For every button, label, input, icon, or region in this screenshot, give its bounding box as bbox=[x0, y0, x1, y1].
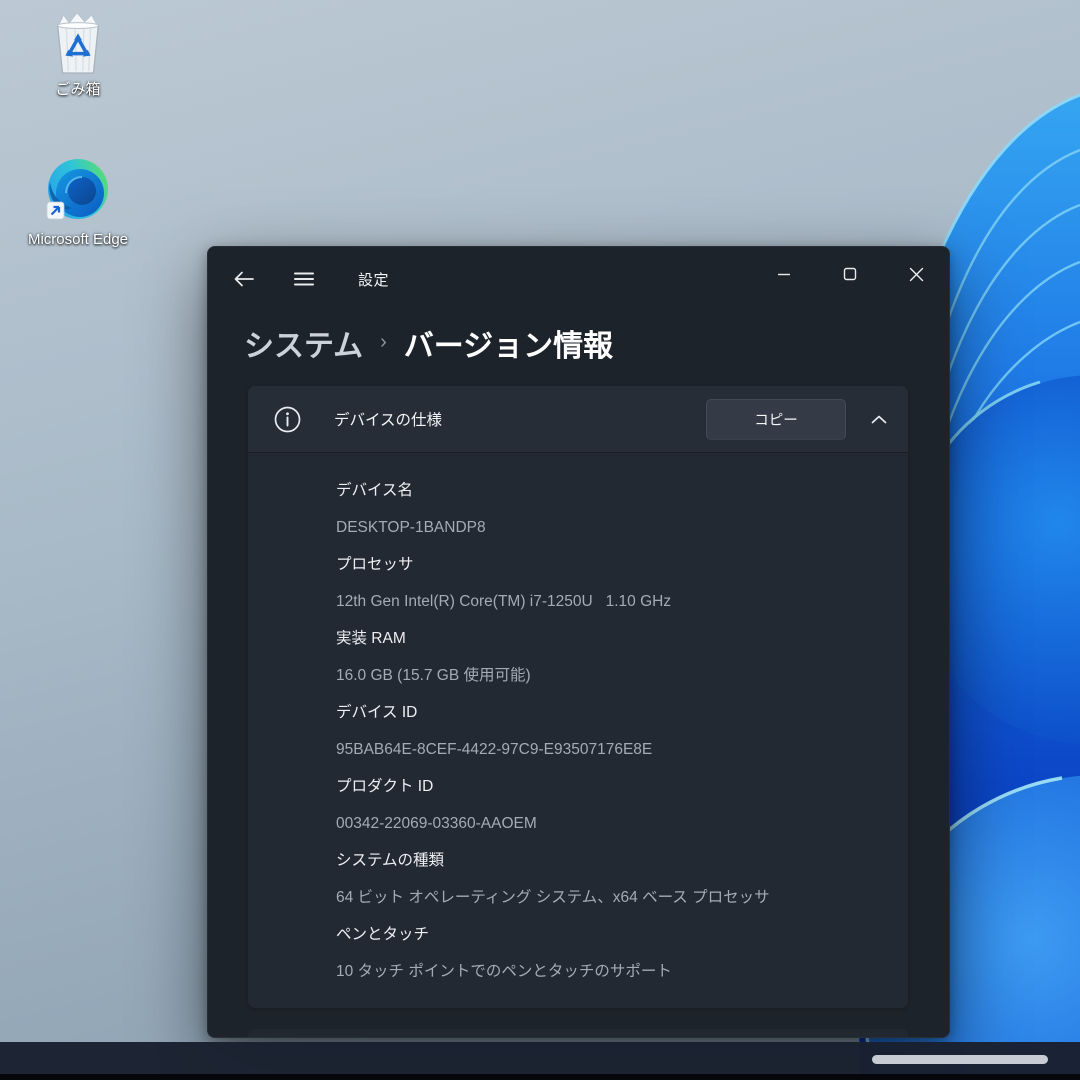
recycle-bin-label: ごみ箱 bbox=[22, 81, 134, 98]
spec-label: デバイス ID bbox=[336, 694, 888, 731]
maximize-button[interactable] bbox=[817, 247, 883, 301]
desktop: ごみ箱 bbox=[0, 0, 1080, 1080]
spec-row-device-name: デバイス名 DESKTOP-1BANDP8 bbox=[336, 472, 888, 546]
taskbar-handle[interactable] bbox=[872, 1055, 1048, 1064]
spec-label: プロダクト ID bbox=[336, 768, 888, 805]
recycle-bin-icon bbox=[47, 10, 109, 76]
close-icon bbox=[909, 267, 924, 282]
caption-buttons bbox=[751, 247, 949, 301]
copy-button[interactable]: コピー bbox=[706, 399, 846, 440]
breadcrumb: システム › バージョン情報 bbox=[244, 321, 613, 365]
navigation-menu-button[interactable] bbox=[292, 267, 316, 291]
spec-row-product-id: プロダクト ID 00342-22069-03360-AAOEM bbox=[336, 768, 888, 842]
spec-label: プロセッサ bbox=[336, 546, 888, 583]
next-section-sliver bbox=[248, 1029, 908, 1038]
spec-row-device-id: デバイス ID 95BAB64E-8CEF-4422-97C9-E9350717… bbox=[336, 694, 888, 768]
collapse-button[interactable] bbox=[856, 399, 902, 440]
desktop-icon-microsoft-edge[interactable]: Microsoft Edge bbox=[12, 158, 144, 248]
spec-row-processor: プロセッサ 12th Gen Intel(R) Core(TM) i7-1250… bbox=[336, 546, 888, 620]
spec-row-ram: 実装 RAM 16.0 GB (15.7 GB 使用可能) bbox=[336, 620, 888, 694]
spec-value: DESKTOP-1BANDP8 bbox=[336, 509, 888, 546]
settings-window: 設定 システム bbox=[207, 246, 950, 1038]
close-button[interactable] bbox=[883, 247, 949, 301]
device-specs-title: デバイスの仕様 bbox=[334, 408, 706, 430]
breadcrumb-chevron-icon: › bbox=[380, 331, 387, 354]
back-button[interactable] bbox=[232, 267, 256, 291]
spec-value: 10 タッチ ポイントでのペンとタッチのサポート bbox=[336, 953, 888, 990]
page-title-about: バージョン情報 bbox=[404, 321, 613, 365]
spec-row-pen-touch: ペンとタッチ 10 タッチ ポイントでのペンとタッチのサポート bbox=[336, 916, 888, 990]
taskbar[interactable] bbox=[0, 1042, 1080, 1074]
spec-label: システムの種類 bbox=[336, 842, 888, 879]
spec-value: 00342-22069-03360-AAOEM bbox=[336, 805, 888, 842]
back-arrow-icon bbox=[234, 271, 254, 287]
desktop-icon-recycle-bin[interactable]: ごみ箱 bbox=[22, 10, 134, 98]
breadcrumb-system[interactable]: システム bbox=[244, 321, 363, 365]
spec-label: 実装 RAM bbox=[336, 620, 888, 657]
device-specs-header[interactable]: デバイスの仕様 コピー bbox=[248, 386, 908, 452]
spec-value: 12th Gen Intel(R) Core(TM) i7-1250U 1.10… bbox=[336, 583, 888, 620]
chevron-up-icon bbox=[871, 415, 887, 424]
spec-value: 64 ビット オペレーティング システム、x64 ベース プロセッサ bbox=[336, 879, 888, 916]
spec-label: ペンとタッチ bbox=[336, 916, 888, 953]
spec-value: 16.0 GB (15.7 GB 使用可能) bbox=[336, 657, 888, 694]
device-specs-body: デバイス名 DESKTOP-1BANDP8 プロセッサ 12th Gen Int… bbox=[248, 452, 908, 1008]
minimize-button[interactable] bbox=[751, 247, 817, 301]
device-specs-card: デバイスの仕様 コピー デバイス名 DESKTOP-1BANDP8 プロセッサ … bbox=[248, 386, 908, 1008]
spec-row-system-type: システムの種類 64 ビット オペレーティング システム、x64 ベース プロセ… bbox=[336, 842, 888, 916]
hamburger-icon bbox=[294, 271, 314, 287]
titlebar[interactable]: 設定 bbox=[208, 247, 949, 311]
microsoft-edge-label: Microsoft Edge bbox=[12, 231, 144, 248]
screen-bezel bbox=[0, 1074, 1080, 1080]
spec-value: 95BAB64E-8CEF-4422-97C9-E93507176E8E bbox=[336, 731, 888, 768]
minimize-icon bbox=[777, 267, 791, 281]
spec-label: デバイス名 bbox=[336, 472, 888, 509]
info-icon bbox=[274, 406, 301, 433]
app-title: 設定 bbox=[358, 269, 389, 290]
maximize-icon bbox=[843, 267, 857, 281]
microsoft-edge-icon bbox=[45, 158, 111, 226]
